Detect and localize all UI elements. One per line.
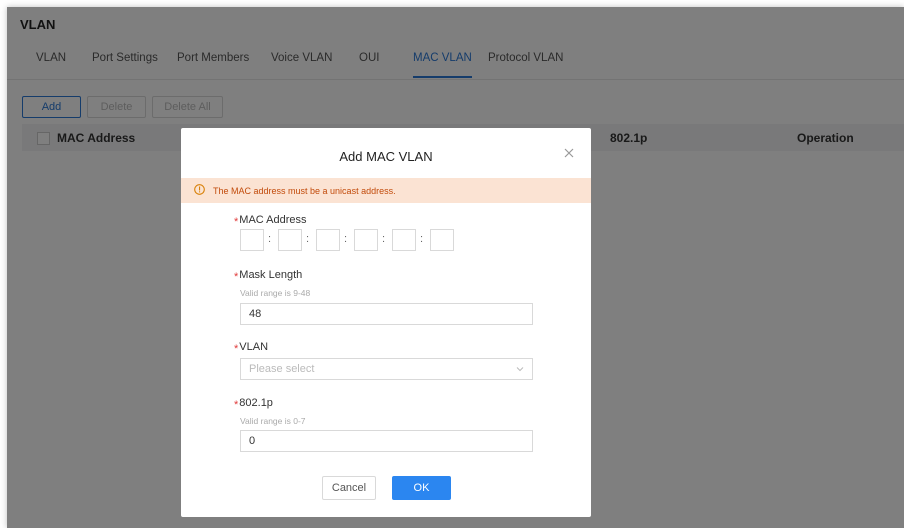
mac-separator: :: [306, 233, 310, 245]
vlan-placeholder: Please select: [249, 363, 315, 375]
mask-length-hint: Valid range is 9-48: [240, 288, 311, 298]
unicast-warning: The MAC address must be a unicast addres…: [181, 178, 591, 203]
mac-address-label: *MAC Address: [234, 214, 307, 228]
mask-length-label: *Mask Length: [234, 269, 303, 283]
warning-icon: [194, 184, 205, 195]
mac-segment-2[interactable]: [278, 229, 302, 251]
required-mark: *: [234, 399, 239, 411]
priority-label: *802.1p: [234, 397, 273, 411]
add-mac-vlan-dialog: Add MAC VLAN The MAC address must be a u…: [181, 128, 591, 517]
required-mark: *: [234, 343, 239, 355]
dialog-title: Add MAC VLAN: [339, 149, 433, 164]
chevron-down-icon: [516, 367, 524, 372]
mask-length-input[interactable]: 48: [240, 303, 533, 325]
alert-text: The MAC address must be a unicast addres…: [213, 186, 396, 196]
mac-separator: :: [268, 233, 272, 245]
mac-separator: :: [344, 233, 348, 245]
mac-segment-5[interactable]: [392, 229, 416, 251]
mac-segment-4[interactable]: [354, 229, 378, 251]
priority-hint: Valid range is 0-7: [240, 416, 306, 426]
priority-input[interactable]: 0: [240, 430, 533, 452]
mac-separator: :: [382, 233, 386, 245]
mac-segment-3[interactable]: [316, 229, 340, 251]
close-icon[interactable]: [562, 146, 576, 160]
vlan-label: *VLAN: [234, 341, 269, 355]
app-window: VLAN VLAN Port Settings Port Members Voi…: [7, 7, 904, 528]
cancel-button[interactable]: Cancel: [322, 476, 376, 500]
required-mark: *: [234, 271, 239, 283]
mac-separator: :: [420, 233, 424, 245]
mac-segment-1[interactable]: [240, 229, 264, 251]
required-mark: *: [234, 216, 239, 228]
vlan-select[interactable]: Please select: [240, 358, 533, 380]
mac-segment-6[interactable]: [430, 229, 454, 251]
ok-button[interactable]: OK: [392, 476, 451, 500]
